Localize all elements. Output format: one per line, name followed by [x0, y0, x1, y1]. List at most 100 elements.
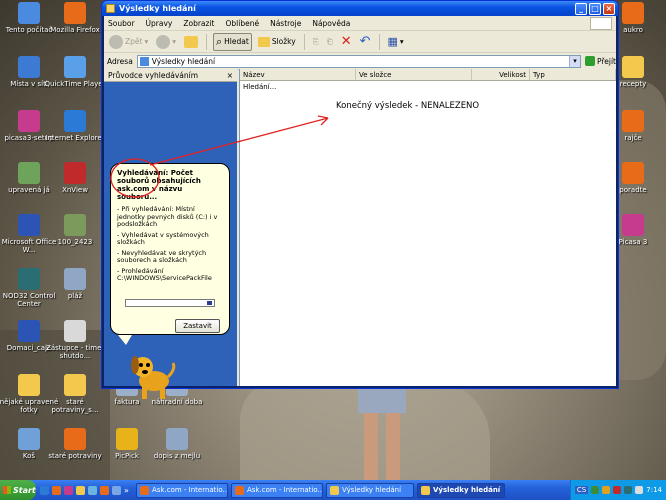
start-button[interactable]: Start	[0, 480, 36, 500]
desktop-icon-label: Mozilla Firefox	[50, 26, 100, 34]
desktop-icon-firefox[interactable]: Mozilla Firefox	[44, 2, 106, 34]
desktop-icon-label: QuickTime Player	[44, 80, 106, 88]
ie-icon[interactable]	[40, 485, 49, 495]
toolbar-separator	[378, 33, 380, 50]
clock-icon	[64, 320, 86, 342]
menu-zobrazit[interactable]: Zobrazit	[183, 19, 214, 28]
delete-icon: ✕	[340, 34, 352, 49]
folder-icon[interactable]	[76, 485, 85, 495]
menu-bar: Soubor Úpravy Zobrazit Oblíbené Nástroje…	[104, 16, 616, 31]
folder-icon	[18, 374, 40, 396]
results-column-headers: Název Ve složce Velikost Typ	[240, 69, 616, 81]
search-icon: ⌕	[216, 34, 223, 48]
column-header-folder[interactable]: Ve složce	[356, 69, 472, 80]
desktop-icon[interactable]	[112, 485, 121, 495]
image-icon	[64, 214, 86, 236]
desktop-icon-image[interactable]: 100_2423	[44, 214, 106, 246]
search-status-text: Hledání...	[243, 83, 277, 91]
firefox-icon	[64, 2, 86, 24]
menu-nastroje[interactable]: Nástroje	[270, 19, 301, 28]
window-titlebar[interactable]: Výsledky hledání _ □ ×	[102, 1, 618, 16]
bubble-title: Vyhledávání: Počet souborů obsahujících …	[117, 169, 201, 201]
bubble-item: - Vyhledávat v systémových složkách	[117, 230, 209, 246]
bubble-tail	[118, 335, 132, 345]
address-bar: Adresa Výsledky hledání ▾ Přejít	[104, 53, 616, 70]
desktop-icon-label: XnView	[62, 186, 88, 194]
taskbar-button[interactable]: Výsledky hledání	[417, 482, 505, 498]
close-pane-button[interactable]: ×	[227, 71, 233, 80]
undo-button[interactable]: ↶	[358, 33, 373, 51]
minimize-button[interactable]: _	[575, 2, 587, 15]
search-progress-bubble: Vyhledávání: Počet souborů obsahujících …	[110, 163, 230, 335]
chevron-down-icon: ▾	[399, 37, 404, 46]
up-folder-button[interactable]	[182, 33, 200, 51]
tray-icon[interactable]	[591, 486, 600, 494]
stop-search-button[interactable]: Zastavit	[175, 319, 220, 333]
firefox-icon[interactable]	[100, 485, 109, 495]
tray-icon[interactable]	[602, 486, 611, 494]
mail-icon[interactable]	[88, 485, 97, 495]
firefox-icon[interactable]	[52, 485, 61, 495]
copy-to-button[interactable]: ⎗	[325, 33, 335, 51]
picasa-icon[interactable]	[64, 485, 73, 495]
folders-button[interactable]: Složky	[256, 33, 298, 51]
menu-napoveda[interactable]: Nápověda	[312, 19, 350, 28]
firefox-icon	[622, 110, 644, 132]
desktop-icon-label: pláž	[67, 292, 83, 300]
nod32-icon	[18, 268, 40, 290]
search-companion-header: Průvodce vyhledáváním ×	[104, 69, 237, 82]
desktop-icon-xnview[interactable]: XnView	[44, 162, 106, 194]
search-companion-pane: Průvodce vyhledáváním × Vyhledávání: Poč…	[104, 69, 237, 399]
firefox-icon	[622, 2, 644, 24]
language-indicator[interactable]: CS	[574, 486, 589, 494]
column-header-type[interactable]: Typ	[530, 69, 616, 80]
forward-button[interactable]: ▾	[154, 33, 178, 51]
up-folder-icon	[184, 35, 198, 48]
taskbar-button[interactable]: Ask.com - Internatio...	[231, 482, 323, 498]
image-icon	[18, 162, 40, 184]
address-field[interactable]: Výsledky hledání ▾	[136, 54, 581, 68]
search-folder-icon	[106, 4, 115, 13]
tray-icon[interactable]	[613, 486, 622, 494]
volume-icon[interactable]	[635, 486, 644, 494]
picpick-icon	[116, 428, 138, 450]
address-dropdown-button[interactable]: ▾	[568, 55, 580, 67]
taskbar-button[interactable]: Ask.com - Internatio...	[136, 482, 228, 498]
search-folder-icon	[330, 485, 339, 495]
move-to-button[interactable]: ⎘	[311, 33, 321, 51]
taskbar-button-label: Ask.com - Internatio...	[247, 486, 323, 494]
delete-button[interactable]: ✕	[339, 33, 354, 51]
desktop-icon-image[interactable]: pláž	[44, 268, 106, 300]
menu-soubor[interactable]: Soubor	[108, 19, 135, 28]
column-header-size[interactable]: Velikost	[472, 69, 530, 80]
forward-arrow-icon	[156, 34, 171, 49]
firefox-icon	[235, 485, 244, 495]
firefox-icon	[64, 428, 86, 450]
back-button[interactable]: Zpět ▾	[107, 33, 150, 51]
column-header-name[interactable]: Název	[240, 69, 356, 80]
explorer-window: Výsledky hledání _ □ × Soubor Úpravy Zob…	[101, 0, 619, 399]
network-icon	[18, 56, 40, 78]
search-folder-icon	[139, 56, 149, 66]
folder-icon	[64, 374, 86, 396]
tray-icon[interactable]	[624, 486, 633, 494]
clock[interactable]: 7:14	[646, 486, 662, 494]
taskbar: Start » Ask.com - Internatio... Ask.com -…	[0, 480, 666, 500]
chevron-right-icon[interactable]: »	[124, 486, 133, 495]
search-button[interactable]: ⌕ Hledat	[213, 32, 252, 51]
menu-oblibene[interactable]: Oblíbené	[226, 19, 260, 28]
picasa-icon	[622, 214, 644, 236]
desktop-icon-clock[interactable]: Zástupce - time-shutdo...	[44, 320, 106, 360]
views-button[interactable]: ▦ ▾	[386, 33, 406, 51]
taskbar-button[interactable]: Výsledky hledání	[326, 482, 414, 498]
search-folder-icon	[421, 485, 430, 495]
menu-upravy[interactable]: Úpravy	[146, 19, 173, 28]
close-button[interactable]: ×	[603, 2, 615, 15]
desktop-icon-quicktime[interactable]: QuickTime Player	[44, 56, 106, 88]
recycle-bin-icon	[18, 428, 40, 450]
maximize-button[interactable]: □	[589, 2, 601, 15]
go-button[interactable]: Přejít	[584, 56, 616, 66]
address-label: Adresa	[107, 56, 133, 66]
desktop-icon-ie[interactable]: Internet Explorer	[44, 110, 106, 142]
desktop-icon-image[interactable]: dopis z mejlu	[146, 428, 208, 460]
